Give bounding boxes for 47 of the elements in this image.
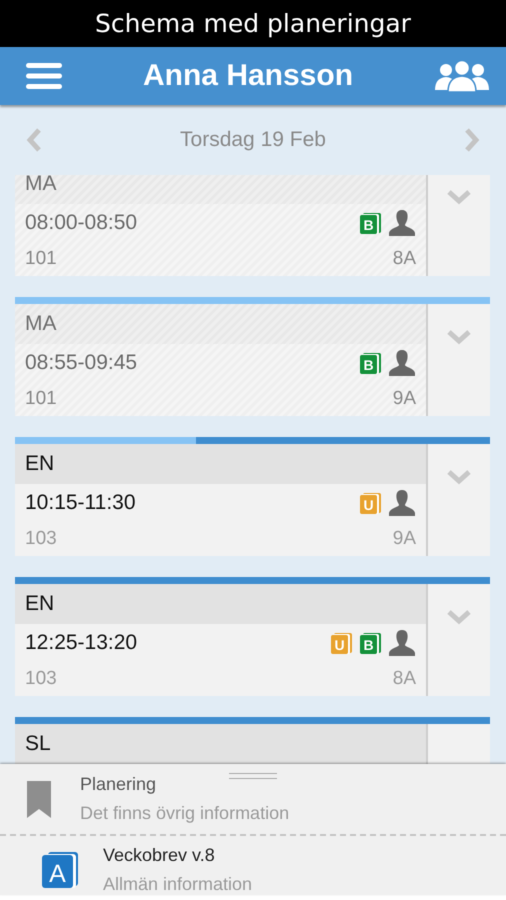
info-title[interactable]: Veckobrev v.8 [103, 845, 252, 866]
room-label: 103 [25, 528, 57, 550]
subject-label: EN [15, 584, 426, 624]
info-subtitle: Det finns övrig information [80, 803, 290, 824]
document-badge-icon: B [359, 352, 382, 374]
subject-label: EN [15, 444, 426, 484]
room-label: 101 [25, 248, 57, 270]
subject-label: MA [15, 175, 426, 204]
expand-panel[interactable] [428, 724, 490, 764]
group-label: 8A [392, 668, 416, 690]
group-label: 9A [392, 528, 416, 550]
person-icon [388, 629, 416, 657]
next-icon[interactable] [464, 127, 480, 153]
chevron-down-icon[interactable] [446, 609, 472, 625]
bookmark-icon [27, 780, 51, 818]
menu-icon[interactable] [26, 61, 62, 91]
group-label: 9A [392, 388, 416, 410]
header-title: Anna Hansson [142, 59, 354, 93]
room-label: 103 [25, 668, 57, 690]
people-icon[interactable] [434, 60, 490, 92]
lesson-time: 10:15-11:30 [25, 491, 136, 515]
document-badge-icon: B [359, 212, 382, 234]
lesson-time: 08:55-09:45 [25, 351, 138, 375]
expand-panel[interactable] [428, 304, 490, 416]
room-label: 101 [25, 388, 57, 410]
lesson-time: 12:25-13:20 [25, 631, 138, 655]
document-badge-icon: B [359, 632, 382, 654]
subject-label: MA [15, 304, 426, 344]
expand-panel[interactable] [428, 444, 490, 556]
previous-icon[interactable] [26, 127, 42, 153]
person-icon [388, 489, 416, 517]
document-badge-icon: U [359, 492, 382, 514]
person-icon [388, 349, 416, 377]
expand-panel[interactable] [428, 584, 490, 696]
lesson-time: 08:00-08:50 [25, 211, 138, 235]
person-icon [388, 209, 416, 237]
document-badge-icon: U [330, 632, 353, 654]
info-subtitle: Allmän information [103, 874, 252, 895]
chevron-down-icon[interactable] [446, 189, 472, 205]
caption-title: Schema med planeringar [95, 9, 411, 38]
chevron-down-icon[interactable] [446, 329, 472, 345]
date-label: Torsdag 19 Feb [180, 128, 326, 152]
drag-handle[interactable] [229, 773, 277, 779]
group-label: 8A [392, 248, 416, 270]
expand-panel[interactable] [428, 175, 490, 276]
chevron-down-icon[interactable] [446, 469, 472, 485]
info-title[interactable]: Planering [80, 774, 290, 795]
